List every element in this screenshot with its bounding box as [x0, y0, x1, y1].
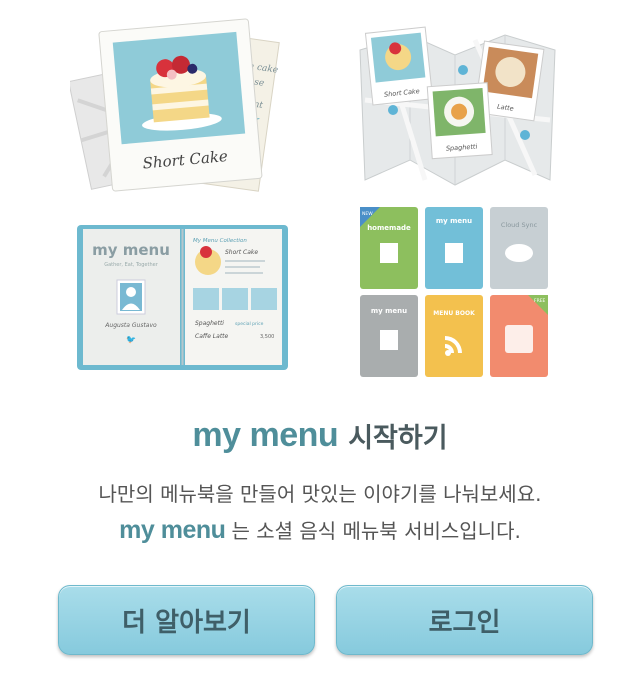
book-list-price: 3,500	[260, 334, 274, 340]
book-list-tag: special price	[235, 321, 264, 327]
shelf-book: Cloud Sync	[490, 207, 548, 289]
new-badge: NEW	[362, 211, 373, 217]
short-cake-polaroid-illustration: cream cake by house Excellent ★★★ Short …	[70, 18, 280, 192]
book-author: Augusta Gustavo	[104, 322, 157, 329]
description-line-2: my menu 는 소셜 음식 메뉴북 서비스입니다.	[0, 515, 640, 545]
shelf-book-label: my menu	[436, 217, 472, 225]
book-list-item: Spaghetti	[195, 320, 224, 327]
shelf-book: my menu	[360, 295, 418, 377]
page-title: my menu 시작하기	[0, 410, 640, 460]
shelf-book-label: Cloud Sync	[501, 221, 538, 229]
shelf-book-label: my menu	[371, 307, 407, 315]
menu-book-shelf-illustration: homemade NEW my menu Cloud Sync my menu …	[360, 207, 548, 377]
book-item-title: Short Cake	[225, 249, 258, 256]
book-subtitle: Gather, Eat, Together	[104, 262, 158, 268]
login-button[interactable]: 로그인	[336, 585, 593, 655]
free-badge: FREE	[534, 298, 546, 304]
food-map-illustration: Short Cake Latte Spaghetti	[359, 26, 556, 186]
shelf-book: homemade NEW	[360, 207, 418, 289]
user-avatar-icon	[116, 279, 146, 315]
description-line-1: 나만의 메뉴북을 만들어 맛있는 이야기를 나눠보세요.	[98, 482, 542, 506]
book-list-item: Caffe Latte	[195, 333, 229, 340]
shelf-book-label: MENU BOOK	[433, 310, 475, 317]
shelf-book: MENU BOOK	[425, 295, 483, 377]
book-brand: my menu	[92, 241, 170, 259]
description-brand: my menu	[119, 516, 226, 544]
menu-book-illustration: my menu Gather, Eat, Together Augusta Gu…	[77, 225, 288, 370]
bird-icon: 🐦	[126, 335, 136, 344]
title-text: 시작하기	[348, 422, 448, 454]
shelf-book-label: homemade	[367, 224, 411, 232]
title-brand-logo: my menu	[192, 415, 339, 454]
shelf-book: my menu	[425, 207, 483, 289]
learn-more-button[interactable]: 더 알아보기	[58, 585, 315, 655]
description-text: 는 소셜 음식 메뉴북 서비스입니다.	[231, 519, 521, 543]
book-collection-title: My Menu Collection	[193, 238, 247, 244]
shelf-book: FREE	[490, 295, 548, 377]
cloud-icon	[505, 244, 533, 262]
